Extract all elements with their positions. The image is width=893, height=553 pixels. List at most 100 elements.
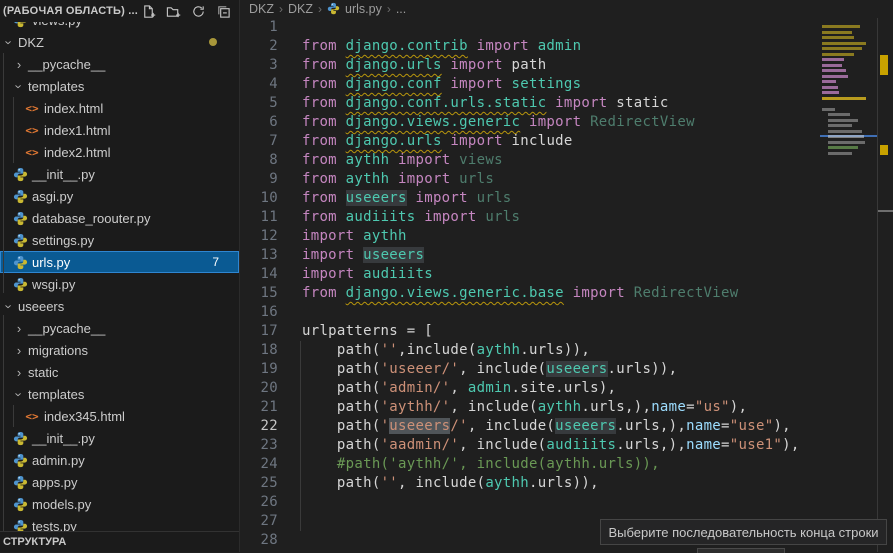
line-content: path('useeer/', include(useeers.urls)),	[278, 360, 677, 379]
tree-item-urls-py[interactable]: urls.py7	[0, 251, 239, 273]
code-line[interactable]: 26	[240, 493, 820, 512]
tree-item-static[interactable]: ›static	[0, 361, 239, 383]
line-number: 22	[240, 417, 278, 436]
breadcrumb-segment[interactable]: DKZ	[249, 2, 274, 16]
tree-item-apps-py[interactable]: apps.py	[0, 471, 239, 493]
code-line[interactable]: 25 path('', include(aythh.urls)),	[240, 474, 820, 493]
line-content: path('aadmin/', include(audiiits.urls,),…	[278, 436, 800, 455]
code-line[interactable]: 8from aythh import views	[240, 151, 820, 170]
code-line[interactable]: 17urlpatterns = [	[240, 322, 820, 341]
breadcrumb-segment[interactable]: ...	[396, 2, 406, 16]
code-line[interactable]: 2from django.contrib import admin	[240, 37, 820, 56]
tree-item-asgi-py[interactable]: asgi.py	[0, 185, 239, 207]
line-number: 5	[240, 94, 278, 113]
outline-title: СТРУКТУРА	[3, 536, 66, 548]
python-file-icon	[12, 277, 28, 292]
tree-item-useeers[interactable]: ›useeers	[0, 295, 239, 317]
tree-item--pycache-[interactable]: ›__pycache__	[0, 53, 239, 75]
line-number: 27	[240, 512, 278, 531]
code-line[interactable]: 13import useeers	[240, 246, 820, 265]
tree-item-label: __init__.py	[32, 431, 95, 446]
python-file-icon	[12, 453, 28, 468]
tree-item-settings-py[interactable]: settings.py	[0, 229, 239, 251]
tree-item-admin-py[interactable]: admin.py	[0, 449, 239, 471]
code-line[interactable]: 1	[240, 18, 820, 37]
line-number: 19	[240, 360, 278, 379]
breadcrumb-segment[interactable]: DKZ	[288, 2, 313, 16]
minimap-line	[822, 47, 862, 50]
code-line[interactable]: 3from django.urls import path	[240, 56, 820, 75]
tree-item-wsgi-py[interactable]: wsgi.py	[0, 273, 239, 295]
code-line[interactable]: 22 path('useeers/', include(useeers.urls…	[240, 417, 820, 436]
line-number: 13	[240, 246, 278, 265]
breadcrumb-segment[interactable]: urls.py	[345, 2, 382, 16]
line-content: from django.views.generic.base import Re…	[278, 284, 738, 303]
refresh-icon[interactable]	[190, 3, 206, 19]
line-number: 7	[240, 132, 278, 151]
tree-item-database-roouter-py[interactable]: database_roouter.py	[0, 207, 239, 229]
tree-item-index1-html[interactable]: <>index1.html	[0, 119, 239, 141]
html-file-icon: <>	[24, 101, 40, 116]
code-line[interactable]: 19 path('useeer/', include(useeers.urls)…	[240, 360, 820, 379]
outline-section-header[interactable]: СТРУКТУРА	[0, 531, 239, 552]
minimap-line	[828, 152, 852, 155]
line-content: from useeers import urls	[278, 189, 512, 208]
line-content: path('useeers/', include(useeers.urls,),…	[278, 417, 791, 436]
tree-item--init-py[interactable]: __init__.py	[0, 427, 239, 449]
tree-item-label: index2.html	[44, 145, 110, 160]
code-line[interactable]: 7from django.urls import include	[240, 132, 820, 151]
minimap[interactable]	[820, 18, 877, 552]
tree-item-models-py[interactable]: models.py	[0, 493, 239, 515]
code-line[interactable]: 6from django.views.generic import Redire…	[240, 113, 820, 132]
tree-item--init-py[interactable]: __init__.py	[0, 163, 239, 185]
minimap-line	[828, 119, 858, 122]
code-line[interactable]: 10from useeers import urls	[240, 189, 820, 208]
line-number: 11	[240, 208, 278, 227]
tree-indent-guide	[13, 97, 14, 163]
tree-item-templates[interactable]: ›templates	[0, 383, 239, 405]
code-line[interactable]: 24 #path('aythh/', include(aythh.urls)),	[240, 455, 820, 474]
code-line[interactable]: 23 path('aadmin/', include(audiiits.urls…	[240, 436, 820, 455]
code-line[interactable]: 14import audiiits	[240, 265, 820, 284]
code-line[interactable]: 16	[240, 303, 820, 322]
code-editor[interactable]: 12from django.contrib import admin3from …	[240, 18, 820, 550]
line-number: 8	[240, 151, 278, 170]
statusbar-tooltip: Выберите последовательность конца строки	[600, 519, 887, 545]
explorer-section-header[interactable]: (РАБОЧАЯ ОБЛАСТЬ) ...	[0, 0, 239, 22]
code-line[interactable]: 4from django.conf import settings	[240, 75, 820, 94]
tree-item-index2-html[interactable]: <>index2.html	[0, 141, 239, 163]
minimap-line	[828, 135, 864, 138]
line-number: 25	[240, 474, 278, 493]
line-content: urlpatterns = [	[278, 322, 433, 341]
code-line[interactable]: 15from django.views.generic.base import …	[240, 284, 820, 303]
minimap-line	[828, 113, 850, 116]
tree-item-index-html[interactable]: <>index.html	[0, 97, 239, 119]
tree-item-dkz[interactable]: ›DKZ	[0, 31, 239, 53]
python-file-icon	[12, 255, 28, 270]
code-line[interactable]: 12import aythh	[240, 227, 820, 246]
new-folder-icon[interactable]	[165, 3, 181, 19]
line-content: path('',include(aythh.urls)),	[278, 341, 590, 360]
code-line[interactable]: 5from django.conf.urls.static import sta…	[240, 94, 820, 113]
code-line[interactable]: 20 path('admin/', admin.site.urls),	[240, 379, 820, 398]
tree-item-index345-html[interactable]: <>index345.html	[0, 405, 239, 427]
tree-item-migrations[interactable]: ›migrations	[0, 339, 239, 361]
tree-item-label: __init__.py	[32, 167, 95, 182]
line-number: 18	[240, 341, 278, 360]
code-line[interactable]: 21 path('aythh/', include(aythh.urls,),n…	[240, 398, 820, 417]
line-number: 14	[240, 265, 278, 284]
overview-ruler[interactable]	[877, 18, 893, 552]
explorer-sidebar: views.py›DKZ›__pycache__›templates<>inde…	[0, 0, 240, 552]
collapse-all-icon[interactable]	[215, 3, 231, 19]
python-file-icon	[12, 497, 28, 512]
tree-item--pycache-[interactable]: ›__pycache__	[0, 317, 239, 339]
python-file-icon	[12, 189, 28, 204]
new-file-icon[interactable]	[140, 3, 156, 19]
code-line[interactable]: 11from audiiits import urls	[240, 208, 820, 227]
tree-item-templates[interactable]: ›templates	[0, 75, 239, 97]
line-content	[278, 18, 302, 37]
python-file-icon	[12, 233, 28, 248]
line-content: from aythh import views	[278, 151, 503, 170]
code-line[interactable]: 18 path('',include(aythh.urls)),	[240, 341, 820, 360]
code-line[interactable]: 9from aythh import urls	[240, 170, 820, 189]
